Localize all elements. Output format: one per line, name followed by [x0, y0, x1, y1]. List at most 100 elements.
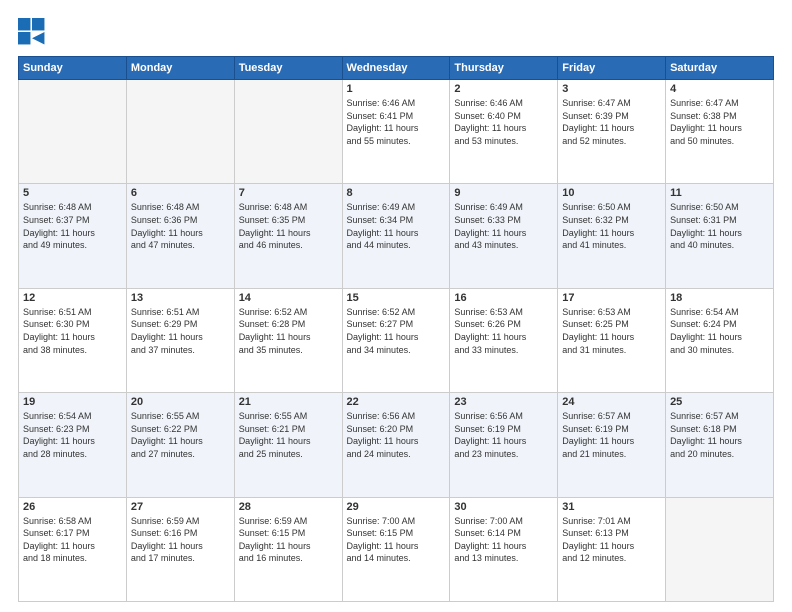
day-number: 15 — [347, 292, 446, 304]
day-cell-16: 16 Sunrise: 6:53 AM Sunset: 6:26 PM Dayli… — [450, 288, 558, 392]
day-info: Sunrise: 6:47 AM Sunset: 6:38 PM Dayligh… — [670, 97, 769, 147]
day-info: Sunrise: 6:48 AM Sunset: 6:37 PM Dayligh… — [23, 201, 122, 251]
day-cell-21: 21 Sunrise: 6:55 AM Sunset: 6:21 PM Dayli… — [234, 393, 342, 497]
day-info: Sunrise: 6:57 AM Sunset: 6:19 PM Dayligh… — [562, 410, 661, 460]
week-row-2: 5 Sunrise: 6:48 AM Sunset: 6:37 PM Daylig… — [19, 184, 774, 288]
day-info: Sunrise: 6:50 AM Sunset: 6:31 PM Dayligh… — [670, 201, 769, 251]
day-info: Sunrise: 7:01 AM Sunset: 6:13 PM Dayligh… — [562, 515, 661, 565]
day-info: Sunrise: 6:54 AM Sunset: 6:23 PM Dayligh… — [23, 410, 122, 460]
day-number: 19 — [23, 396, 122, 408]
logo-icon — [18, 18, 46, 46]
day-number: 31 — [562, 501, 661, 513]
day-cell-8: 8 Sunrise: 6:49 AM Sunset: 6:34 PM Daylig… — [342, 184, 450, 288]
day-number: 4 — [670, 83, 769, 95]
day-cell-31: 31 Sunrise: 7:01 AM Sunset: 6:13 PM Dayli… — [558, 497, 666, 601]
day-cell-29: 29 Sunrise: 7:00 AM Sunset: 6:15 PM Dayli… — [342, 497, 450, 601]
day-number: 9 — [454, 187, 553, 199]
empty-cell — [234, 80, 342, 184]
day-cell-2: 2Sunrise: 6:46 AM Sunset: 6:40 PM Daylig… — [450, 80, 558, 184]
day-cell-24: 24 Sunrise: 6:57 AM Sunset: 6:19 PM Dayli… — [558, 393, 666, 497]
day-cell-18: 18 Sunrise: 6:54 AM Sunset: 6:24 PM Dayli… — [666, 288, 774, 392]
weekday-header-sunday: Sunday — [19, 57, 127, 80]
calendar: SundayMondayTuesdayWednesdayThursdayFrid… — [18, 56, 774, 602]
day-cell-9: 9 Sunrise: 6:49 AM Sunset: 6:33 PM Daylig… — [450, 184, 558, 288]
day-number: 29 — [347, 501, 446, 513]
day-cell-5: 5 Sunrise: 6:48 AM Sunset: 6:37 PM Daylig… — [19, 184, 127, 288]
day-info: Sunrise: 7:00 AM Sunset: 6:15 PM Dayligh… — [347, 515, 446, 565]
day-info: Sunrise: 7:00 AM Sunset: 6:14 PM Dayligh… — [454, 515, 553, 565]
day-number: 23 — [454, 396, 553, 408]
day-info: Sunrise: 6:49 AM Sunset: 6:34 PM Dayligh… — [347, 201, 446, 251]
day-cell-20: 20 Sunrise: 6:55 AM Sunset: 6:22 PM Dayli… — [126, 393, 234, 497]
day-info: Sunrise: 6:58 AM Sunset: 6:17 PM Dayligh… — [23, 515, 122, 565]
day-number: 25 — [670, 396, 769, 408]
day-cell-17: 17Sunrise: 6:53 AM Sunset: 6:25 PM Dayli… — [558, 288, 666, 392]
day-cell-15: 15 Sunrise: 6:52 AM Sunset: 6:27 PM Dayli… — [342, 288, 450, 392]
week-row-5: 26 Sunrise: 6:58 AM Sunset: 6:17 PM Dayli… — [19, 497, 774, 601]
header — [18, 18, 774, 46]
day-cell-14: 14 Sunrise: 6:52 AM Sunset: 6:28 PM Dayli… — [234, 288, 342, 392]
day-number: 18 — [670, 292, 769, 304]
day-info: Sunrise: 6:46 AM Sunset: 6:40 PM Dayligh… — [454, 97, 553, 147]
day-number: 13 — [131, 292, 230, 304]
day-info: Sunrise: 6:51 AM Sunset: 6:29 PM Dayligh… — [131, 306, 230, 356]
day-info: Sunrise: 6:52 AM Sunset: 6:28 PM Dayligh… — [239, 306, 338, 356]
week-row-3: 12Sunrise: 6:51 AM Sunset: 6:30 PM Dayli… — [19, 288, 774, 392]
day-info: Sunrise: 6:56 AM Sunset: 6:20 PM Dayligh… — [347, 410, 446, 460]
day-number: 7 — [239, 187, 338, 199]
day-info: Sunrise: 6:53 AM Sunset: 6:25 PM Dayligh… — [562, 306, 661, 356]
day-cell-10: 10Sunrise: 6:50 AM Sunset: 6:32 PM Dayli… — [558, 184, 666, 288]
weekday-header-friday: Friday — [558, 57, 666, 80]
day-cell-26: 26 Sunrise: 6:58 AM Sunset: 6:17 PM Dayli… — [19, 497, 127, 601]
day-info: Sunrise: 6:52 AM Sunset: 6:27 PM Dayligh… — [347, 306, 446, 356]
day-info: Sunrise: 6:55 AM Sunset: 6:22 PM Dayligh… — [131, 410, 230, 460]
week-row-4: 19 Sunrise: 6:54 AM Sunset: 6:23 PM Dayli… — [19, 393, 774, 497]
day-number: 30 — [454, 501, 553, 513]
day-info: Sunrise: 6:48 AM Sunset: 6:36 PM Dayligh… — [131, 201, 230, 251]
day-number: 16 — [454, 292, 553, 304]
week-row-1: 1 Sunrise: 6:46 AM Sunset: 6:41 PM Daylig… — [19, 80, 774, 184]
day-info: Sunrise: 6:46 AM Sunset: 6:41 PM Dayligh… — [347, 97, 446, 147]
day-info: Sunrise: 6:53 AM Sunset: 6:26 PM Dayligh… — [454, 306, 553, 356]
day-number: 24 — [562, 396, 661, 408]
weekday-header-wednesday: Wednesday — [342, 57, 450, 80]
day-info: Sunrise: 6:55 AM Sunset: 6:21 PM Dayligh… — [239, 410, 338, 460]
day-cell-13: 13 Sunrise: 6:51 AM Sunset: 6:29 PM Dayli… — [126, 288, 234, 392]
day-number: 22 — [347, 396, 446, 408]
day-cell-7: 7 Sunrise: 6:48 AM Sunset: 6:35 PM Daylig… — [234, 184, 342, 288]
day-number: 8 — [347, 187, 446, 199]
day-number: 14 — [239, 292, 338, 304]
day-number: 27 — [131, 501, 230, 513]
day-cell-1: 1 Sunrise: 6:46 AM Sunset: 6:41 PM Daylig… — [342, 80, 450, 184]
weekday-header-row: SundayMondayTuesdayWednesdayThursdayFrid… — [19, 57, 774, 80]
weekday-header-monday: Monday — [126, 57, 234, 80]
day-number: 11 — [670, 187, 769, 199]
day-number: 26 — [23, 501, 122, 513]
day-cell-11: 11 Sunrise: 6:50 AM Sunset: 6:31 PM Dayli… — [666, 184, 774, 288]
day-cell-6: 6Sunrise: 6:48 AM Sunset: 6:36 PM Daylig… — [126, 184, 234, 288]
day-cell-28: 28Sunrise: 6:59 AM Sunset: 6:15 PM Dayli… — [234, 497, 342, 601]
page: SundayMondayTuesdayWednesdayThursdayFrid… — [0, 0, 792, 612]
day-info: Sunrise: 6:57 AM Sunset: 6:18 PM Dayligh… — [670, 410, 769, 460]
day-cell-23: 23Sunrise: 6:56 AM Sunset: 6:19 PM Dayli… — [450, 393, 558, 497]
day-number: 10 — [562, 187, 661, 199]
weekday-header-thursday: Thursday — [450, 57, 558, 80]
day-info: Sunrise: 6:54 AM Sunset: 6:24 PM Dayligh… — [670, 306, 769, 356]
day-number: 3 — [562, 83, 661, 95]
day-number: 1 — [347, 83, 446, 95]
day-number: 20 — [131, 396, 230, 408]
empty-cell — [19, 80, 127, 184]
day-number: 5 — [23, 187, 122, 199]
day-number: 21 — [239, 396, 338, 408]
day-info: Sunrise: 6:59 AM Sunset: 6:15 PM Dayligh… — [239, 515, 338, 565]
day-cell-4: 4 Sunrise: 6:47 AM Sunset: 6:38 PM Daylig… — [666, 80, 774, 184]
day-cell-12: 12Sunrise: 6:51 AM Sunset: 6:30 PM Dayli… — [19, 288, 127, 392]
day-cell-30: 30 Sunrise: 7:00 AM Sunset: 6:14 PM Dayli… — [450, 497, 558, 601]
day-info: Sunrise: 6:47 AM Sunset: 6:39 PM Dayligh… — [562, 97, 661, 147]
day-info: Sunrise: 6:49 AM Sunset: 6:33 PM Dayligh… — [454, 201, 553, 251]
day-cell-22: 22 Sunrise: 6:56 AM Sunset: 6:20 PM Dayli… — [342, 393, 450, 497]
day-number: 12 — [23, 292, 122, 304]
day-info: Sunrise: 6:48 AM Sunset: 6:35 PM Dayligh… — [239, 201, 338, 251]
empty-cell — [126, 80, 234, 184]
day-cell-3: 3 Sunrise: 6:47 AM Sunset: 6:39 PM Daylig… — [558, 80, 666, 184]
